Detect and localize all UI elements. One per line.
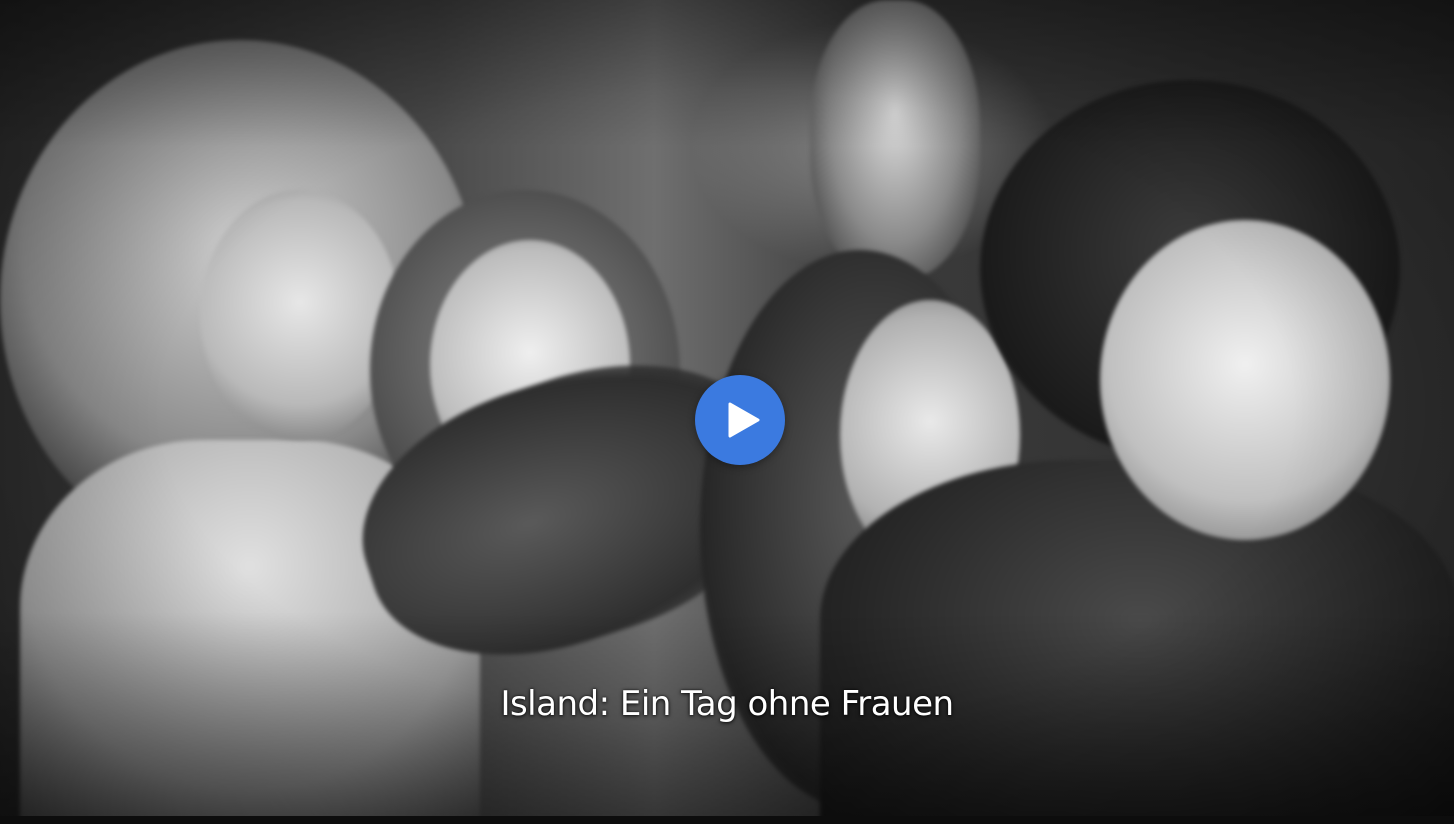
play-icon: [728, 402, 760, 438]
play-button[interactable]: [695, 375, 785, 465]
progress-track: [0, 816, 1454, 824]
video-title: Island: Ein Tag ohne Frauen: [500, 684, 954, 724]
video-progress-bar[interactable]: [0, 816, 1454, 824]
video-player[interactable]: Island: Ein Tag ohne Frauen: [0, 0, 1454, 816]
